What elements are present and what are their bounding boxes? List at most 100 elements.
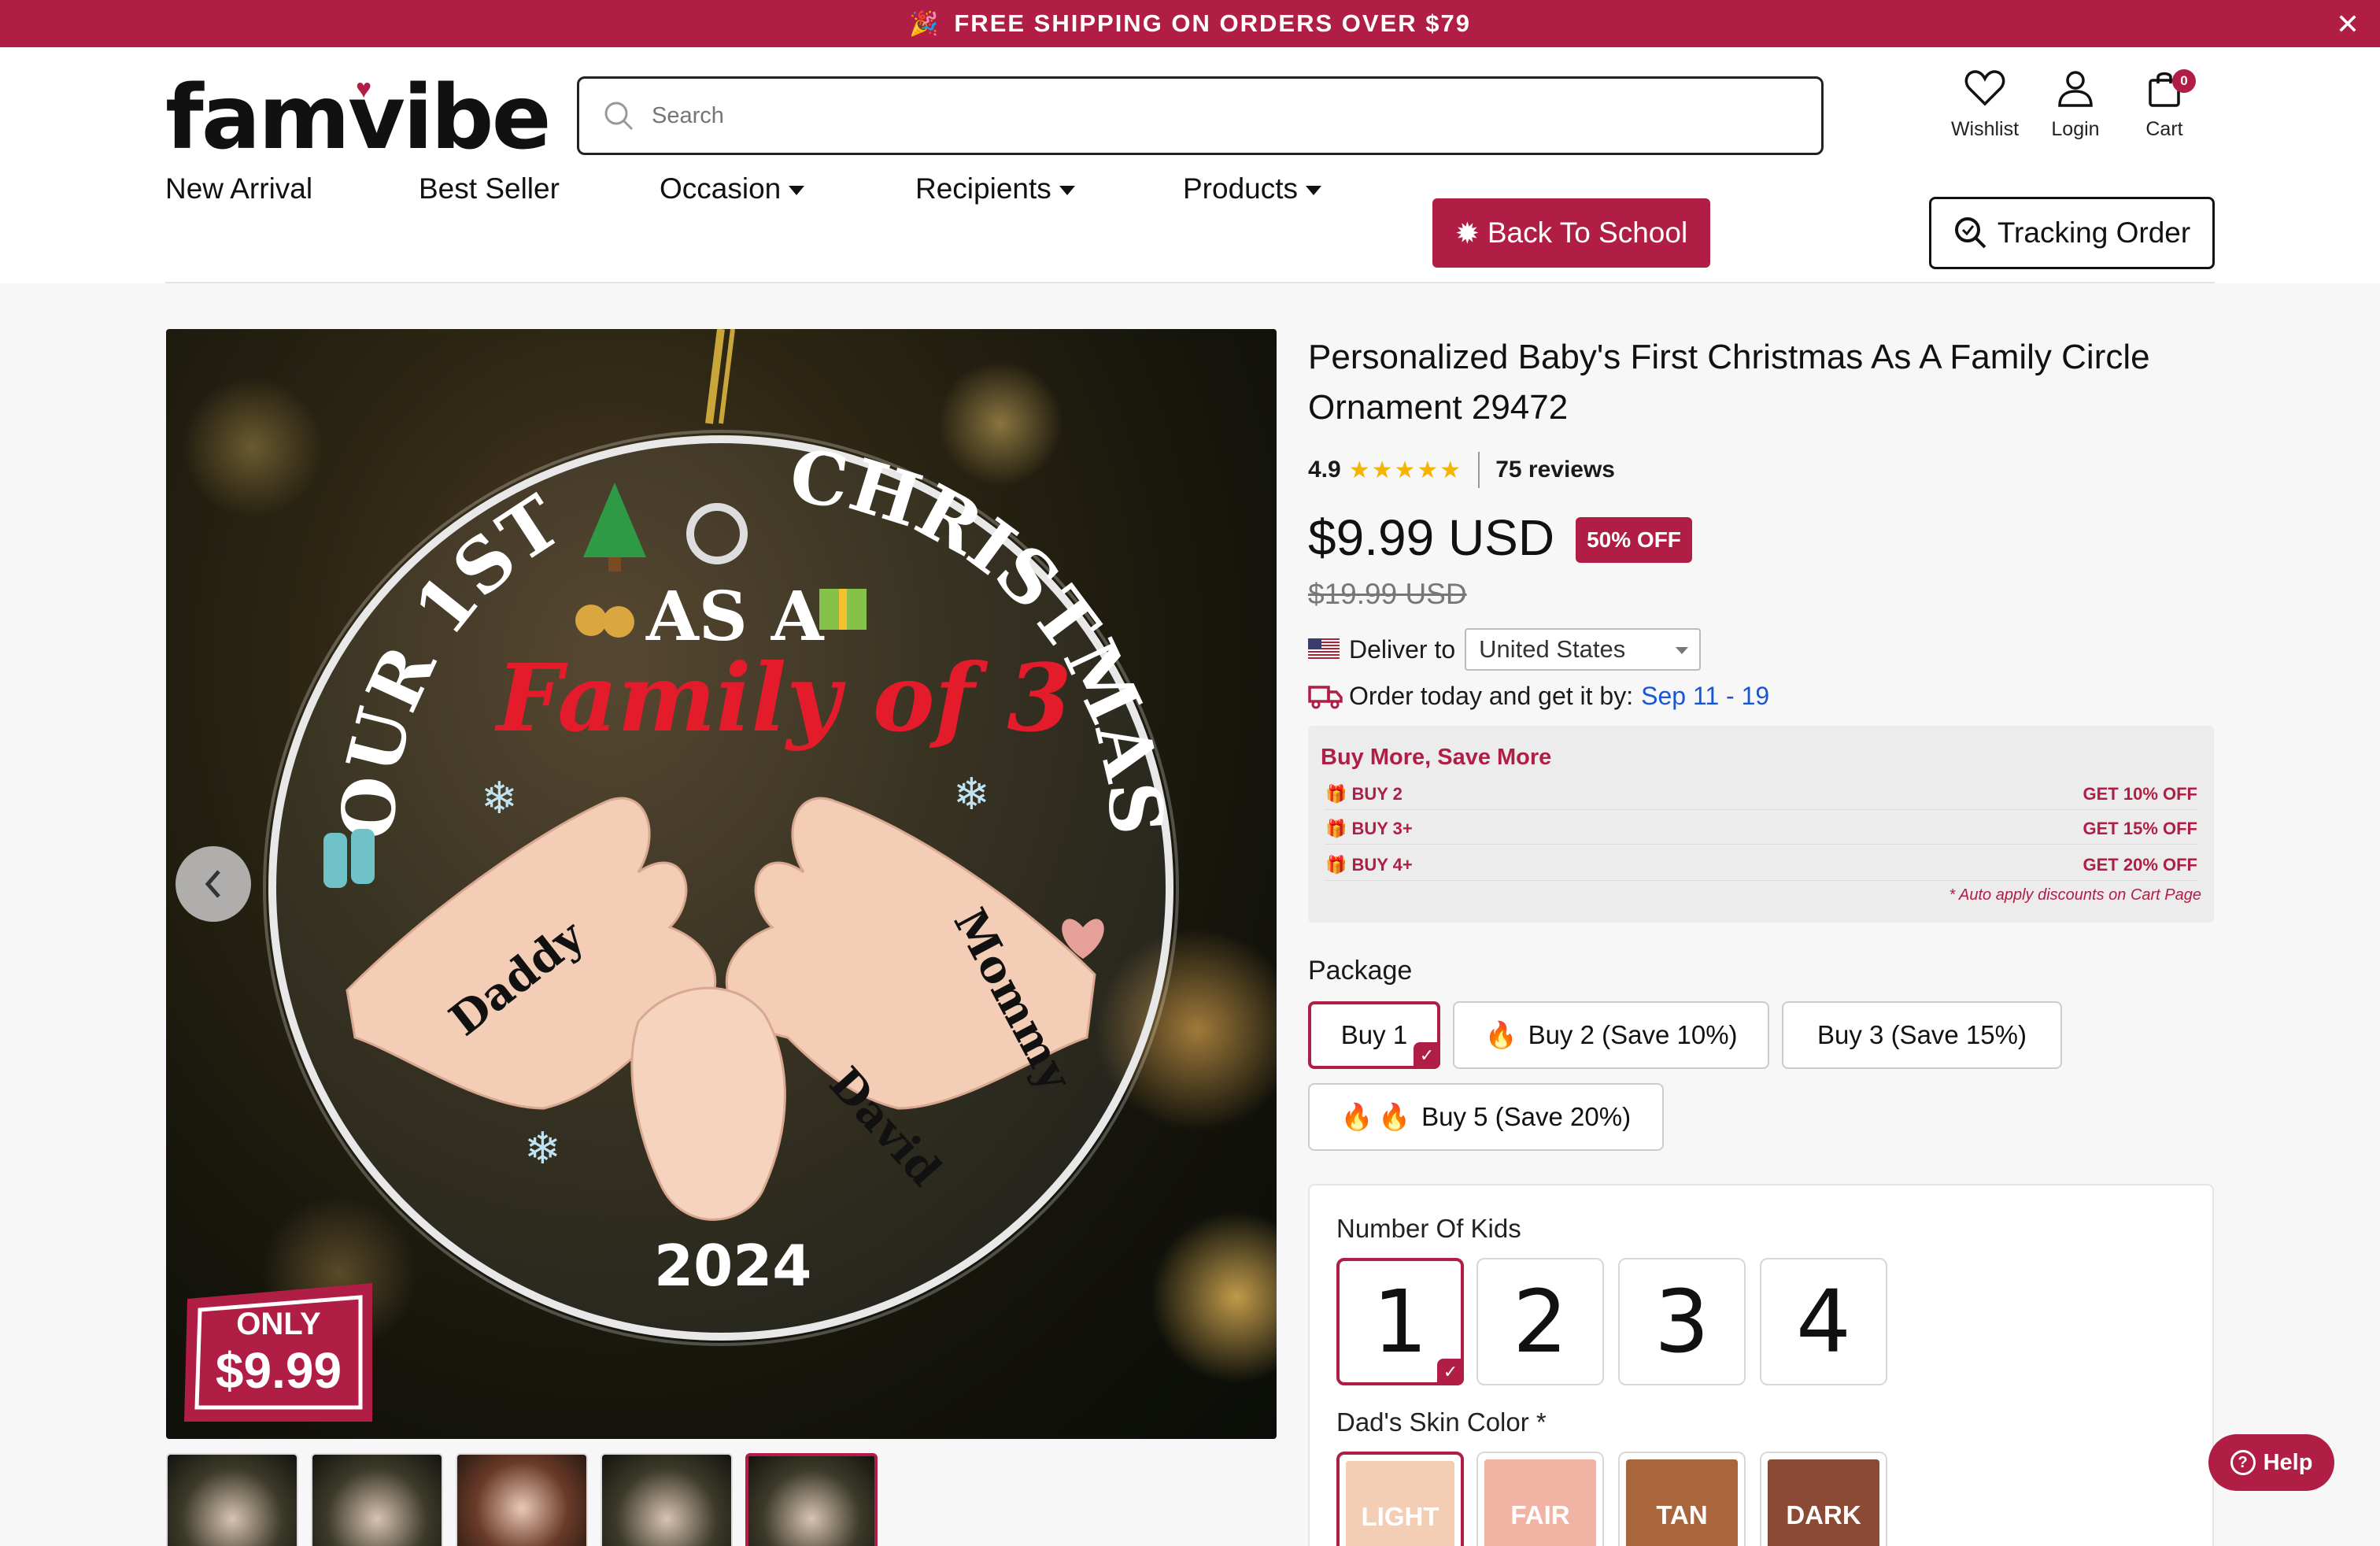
personalization-panel: Number Of Kids 1 ✓ 2 3 4 Dad's Skin Colo… xyxy=(1308,1184,2214,1546)
country-select[interactable]: United States xyxy=(1465,628,1702,671)
current-price: $9.99 USD xyxy=(1308,509,1555,566)
kids-option-1[interactable]: 1 ✓ xyxy=(1336,1258,1464,1385)
caret-down-icon xyxy=(1059,186,1075,195)
country-value: United States xyxy=(1479,635,1626,663)
fire-icon: 🔥 xyxy=(1484,1019,1517,1049)
search-input[interactable] xyxy=(652,102,1754,129)
gift-icon: 🎁 xyxy=(1325,819,1352,838)
previous-image-button[interactable] xyxy=(176,846,251,922)
package-label: Package xyxy=(1308,956,1413,986)
site-header: famvibe ♥ Wishlist Login 0 Cart New Arri… xyxy=(0,47,2380,283)
thumbnail[interactable] xyxy=(311,1453,443,1546)
logo-heart-icon: ♥ xyxy=(356,74,372,104)
nav-occasion-label: Occasion xyxy=(660,172,782,205)
fire-icon: 🔥 xyxy=(1340,1101,1374,1131)
login-label: Login xyxy=(2051,118,2100,140)
sun-icon: ✹ xyxy=(1454,216,1480,250)
package-option-label: Buy 5 (Save 20%) xyxy=(1421,1102,1632,1131)
dropdown-arrow-icon xyxy=(1676,647,1689,654)
skin-option-tan[interactable]: TAN xyxy=(1618,1452,1746,1546)
product-title: Personalized Baby's First Christmas As A… xyxy=(1308,338,2150,427)
skin-option-light[interactable]: LIGHT xyxy=(1336,1452,1464,1546)
gift-icon: 🎁 xyxy=(1325,855,1352,875)
skin-option-label: LIGHT xyxy=(1361,1502,1439,1531)
cart-link[interactable]: 0 Cart xyxy=(2109,69,2219,141)
thumbnail-strip xyxy=(166,1453,890,1546)
kids-option-value: 1 xyxy=(1373,1271,1428,1372)
ornament-graphic: OUR 1ST CHRISTMAS AS A Family of 3 ❄ ❄ ❄… xyxy=(263,329,1180,1346)
nav-best-seller-label: Best Seller xyxy=(419,172,560,205)
package-option-buy-5[interactable]: 🔥 🔥 Buy 5 (Save 20%) xyxy=(1308,1083,1664,1151)
party-popper-icon: 🎉 xyxy=(909,10,941,37)
chevron-left-icon xyxy=(205,870,220,898)
dad-skin-color-label: Dad's Skin Color * xyxy=(1336,1407,1547,1437)
package-option-buy-2[interactable]: 🔥 Buy 2 (Save 10%) xyxy=(1453,1001,1769,1069)
search-box[interactable] xyxy=(577,76,1824,155)
help-label: Help xyxy=(2263,1449,2313,1475)
tier-row: 🎁 BUY 3+ GET 15% OFF xyxy=(1325,819,2197,845)
nav-products[interactable]: Products xyxy=(1183,172,1322,205)
nav-recipients[interactable]: Recipients xyxy=(915,172,1183,205)
thumbnail-active[interactable] xyxy=(745,1453,878,1546)
thumbnail[interactable] xyxy=(601,1453,733,1546)
skin-swatch: FAIR xyxy=(1484,1459,1596,1546)
package-option-label: Buy 2 (Save 10%) xyxy=(1528,1020,1738,1049)
tier-quantity: BUY 4+ xyxy=(1351,855,1413,875)
divider xyxy=(1478,452,1480,488)
question-icon: ? xyxy=(2230,1450,2256,1475)
only-label: ONLY xyxy=(236,1307,321,1341)
kids-option-value: 3 xyxy=(1654,1271,1709,1372)
product-image[interactable]: OUR 1ST CHRISTMAS AS A Family of 3 ❄ ❄ ❄… xyxy=(166,329,1277,1439)
buy-more-title: Buy More, Save More xyxy=(1321,745,1552,770)
gift-icon: 🎁 xyxy=(1325,784,1352,804)
close-icon[interactable]: ✕ xyxy=(2336,8,2361,41)
kids-option-value: 2 xyxy=(1513,1271,1568,1372)
kids-option-3[interactable]: 3 xyxy=(1618,1258,1746,1385)
cart-count-badge: 0 xyxy=(2172,69,2196,93)
nav-occasion[interactable]: Occasion xyxy=(660,172,915,205)
package-option-buy-3[interactable]: Buy 3 (Save 15%) xyxy=(1782,1001,2062,1069)
ornament-year: 2024 xyxy=(654,1233,811,1299)
nav-best-seller[interactable]: Best Seller xyxy=(419,172,660,205)
order-text: Order today and get it by: xyxy=(1349,682,1634,710)
skin-option-fair[interactable]: FAIR xyxy=(1476,1452,1604,1546)
tier-discount: GET 15% OFF xyxy=(2082,819,2197,838)
review-count[interactable]: 75 reviews xyxy=(1495,457,1615,483)
nav-new-arrival-label: New Arrival xyxy=(165,172,313,205)
svg-text:❄: ❄ xyxy=(481,773,518,823)
kids-option-value: 4 xyxy=(1796,1271,1851,1372)
package-option-buy-1[interactable]: Buy 1 ✓ xyxy=(1308,1001,1440,1069)
back-to-school-button[interactable]: ✹ Back To School xyxy=(1432,198,1710,268)
thumbnail[interactable] xyxy=(166,1453,298,1546)
tracking-order-button[interactable]: Tracking Order xyxy=(1929,197,2215,269)
help-button[interactable]: ? Help xyxy=(2208,1434,2334,1491)
kids-option-2[interactable]: 2 xyxy=(1476,1258,1604,1385)
tier-quantity: BUY 2 xyxy=(1351,784,1402,804)
wishlist-label: Wishlist xyxy=(1950,118,2020,140)
search-tracking-icon xyxy=(1954,217,1986,249)
tier-discount: GET 10% OFF xyxy=(2082,784,2197,804)
caret-down-icon xyxy=(1306,186,1322,195)
tier-row: 🎁 BUY 2 GET 10% OFF xyxy=(1325,784,2197,810)
tier-discount: GET 20% OFF xyxy=(2082,855,2197,875)
package-option-label: Buy 1 xyxy=(1340,1020,1408,1049)
deliver-to-row: Deliver to United States xyxy=(1308,628,1702,671)
tracking-order-label: Tracking Order xyxy=(1997,216,2191,249)
rating-summary[interactable]: 4.9 ★★★★★ 75 reviews xyxy=(1308,452,1615,488)
skin-swatch: TAN xyxy=(1626,1459,1738,1546)
buy-more-save-more-box: Buy More, Save More 🎁 BUY 2 GET 10% OFF … xyxy=(1308,726,2214,923)
caret-down-icon xyxy=(789,186,805,195)
thumbnail[interactable] xyxy=(456,1453,588,1546)
ornament-family-text: Family of 3 xyxy=(494,643,1072,753)
tier-row: 🎁 BUY 4+ GET 20% OFF xyxy=(1325,855,2197,881)
number-of-kids-label: Number Of Kids xyxy=(1336,1214,1521,1243)
skin-option-label: DARK xyxy=(1786,1500,1861,1529)
skin-swatch: LIGHT xyxy=(1346,1461,1454,1546)
truck-icon xyxy=(1308,685,1343,708)
svg-text:❄: ❄ xyxy=(524,1123,561,1173)
skin-option-dark[interactable]: DARK xyxy=(1760,1452,1887,1546)
old-price: $19.99 USD xyxy=(1308,578,1467,610)
kids-option-4[interactable]: 4 xyxy=(1760,1258,1887,1385)
announcement-text: FREE SHIPPING ON ORDERS OVER $79 xyxy=(954,9,1471,37)
nav-new-arrival[interactable]: New Arrival xyxy=(165,172,419,205)
